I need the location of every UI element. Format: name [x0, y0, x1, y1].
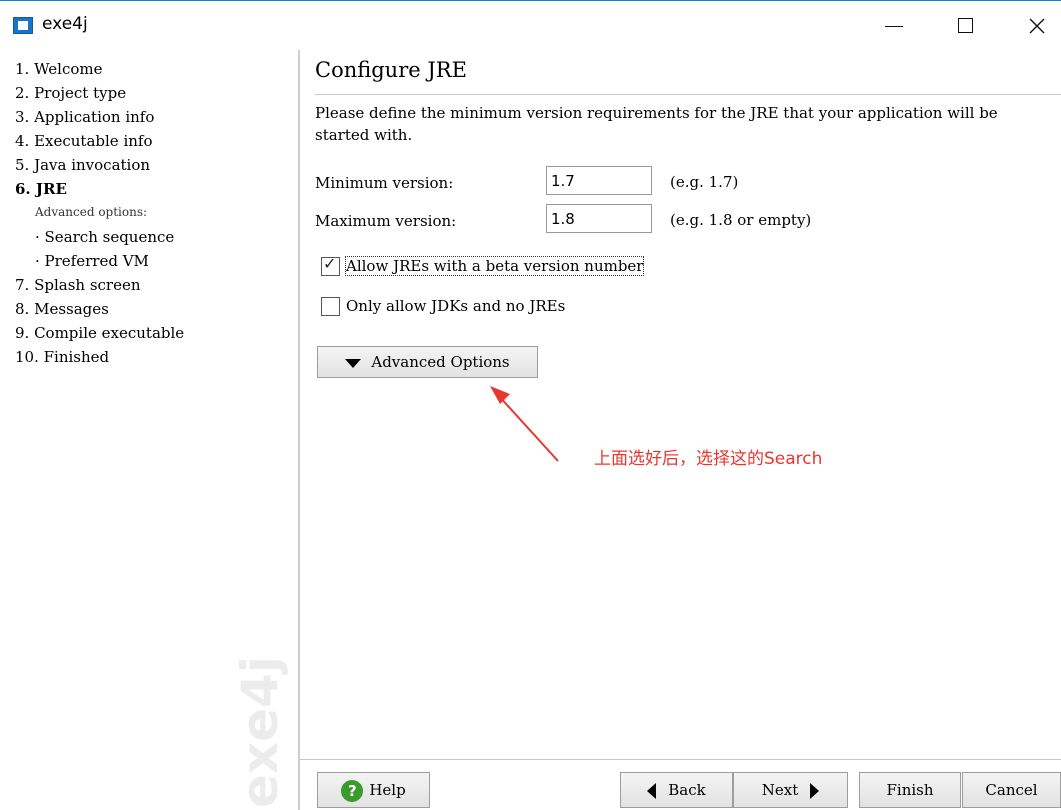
title-bar: exe4j [0, 0, 1061, 50]
exe4j-watermark-logo: exe4j [231, 656, 289, 808]
step-preferred-vm[interactable]: · Preferred VM [35, 252, 149, 270]
annotation-note: 上面选好后，选择这的Search [594, 449, 823, 469]
help-icon: ? [341, 780, 364, 802]
max-version-label: Maximum version: [315, 212, 457, 230]
next-label: Next [761, 781, 799, 799]
window-title: exe4j [42, 14, 88, 34]
wizard-steps-sidebar: 1. Welcome 2. Project type 3. Applicatio… [0, 50, 300, 810]
main-panel: Configure JRE Please define the minimum … [300, 50, 1061, 810]
step-project-type[interactable]: 2. Project type [15, 84, 126, 102]
advanced-options-label: Advanced Options [371, 353, 510, 371]
allow-beta-checkbox[interactable]: ✓ [321, 254, 340, 276]
allow-beta-label[interactable]: Allow JREs with a beta version number [344, 256, 645, 276]
min-version-hint: (e.g. 1.7) [670, 173, 739, 191]
annotation-arrow-icon [490, 386, 559, 462]
step-compile-executable[interactable]: 9. Compile executable [15, 324, 184, 342]
step-application-info[interactable]: 3. Application info [15, 108, 154, 126]
back-label: Back [668, 781, 706, 799]
advanced-options-heading: Advanced options: [35, 205, 148, 219]
close-button[interactable] [1014, 11, 1060, 41]
minimize-button[interactable] [872, 11, 918, 41]
triangle-left-icon [647, 783, 657, 799]
step-finished[interactable]: 10. Finished [15, 348, 109, 366]
advanced-options-button[interactable]: Advanced Options [317, 346, 538, 378]
step-welcome[interactable]: 1. Welcome [15, 60, 102, 78]
minimize-icon [885, 26, 903, 27]
maximize-icon [958, 18, 973, 33]
step-executable-info[interactable]: 4. Executable info [15, 132, 152, 150]
triangle-right-icon [810, 783, 820, 799]
close-icon [1029, 18, 1045, 34]
min-version-input[interactable]: 1.7 [546, 166, 652, 195]
checkmark-icon: ✓ [323, 254, 337, 273]
watermark-text: exe4j [231, 656, 289, 808]
min-version-label: Minimum version: [315, 174, 454, 192]
step-java-invocation[interactable]: 5. Java invocation [15, 156, 150, 174]
step-messages[interactable]: 8. Messages [15, 300, 109, 318]
next-button[interactable]: Next [733, 772, 848, 808]
page-title: Configure JRE [315, 58, 467, 82]
title-divider [315, 94, 1061, 95]
finish-button[interactable]: Finish [859, 772, 961, 808]
page-description: Please define the minimum version requir… [315, 104, 998, 144]
maximize-button[interactable] [943, 11, 989, 41]
step-splash-screen[interactable]: 7. Splash screen [15, 276, 141, 294]
only-jdks-label[interactable]: Only allow JDKs and no JREs [346, 297, 565, 315]
step-search-sequence[interactable]: · Search sequence [35, 228, 174, 246]
app-icon [13, 17, 33, 34]
step-jre[interactable]: 6. JRE [15, 180, 67, 198]
footer-divider [300, 759, 1061, 760]
triangle-down-icon [345, 358, 362, 368]
max-version-input[interactable]: 1.8 [546, 204, 652, 233]
help-button[interactable]: ? Help [317, 772, 430, 808]
cancel-button[interactable]: Cancel [962, 772, 1061, 808]
back-button[interactable]: Back [620, 772, 733, 808]
only-jdks-checkbox[interactable] [321, 297, 340, 316]
help-label: Help [369, 781, 406, 799]
max-version-hint: (e.g. 1.8 or empty) [670, 211, 812, 229]
